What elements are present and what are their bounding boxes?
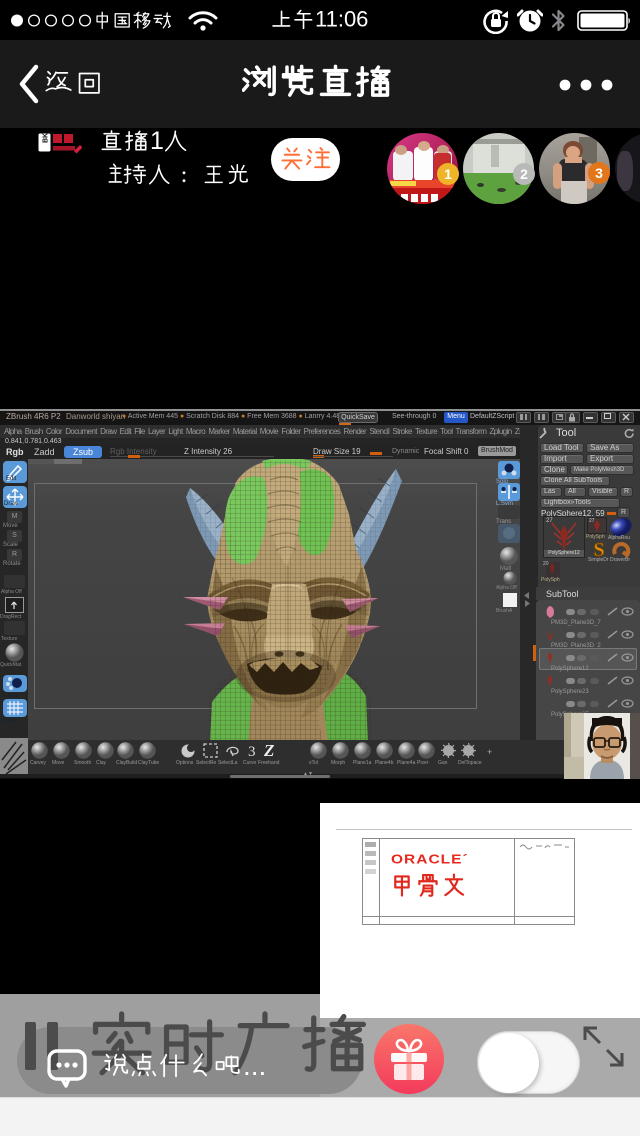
svg-text:1: 1: [444, 166, 452, 182]
svg-text:BK: BK: [43, 133, 50, 143]
svg-text:Z: Z: [263, 741, 274, 760]
svg-text:3: 3: [248, 744, 256, 760]
svg-text:3: 3: [595, 165, 603, 181]
svg-text:1: 1: [150, 128, 164, 155]
svg-text:2: 2: [520, 166, 528, 182]
svg-text:...: ...: [243, 1051, 266, 1081]
svg-text:11:06: 11:06: [315, 8, 368, 32]
